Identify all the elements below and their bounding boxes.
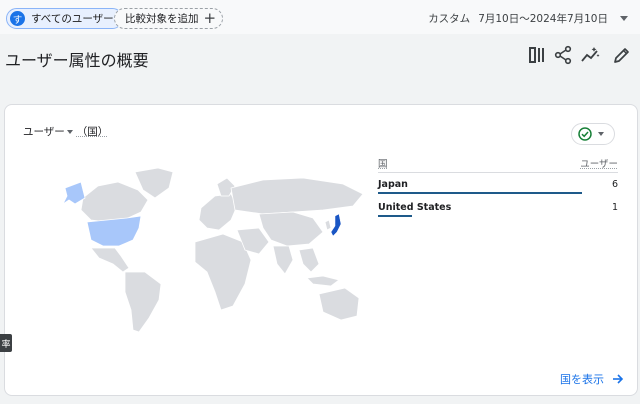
- japan-shape: [330, 213, 342, 237]
- check-circle-icon: [578, 127, 592, 141]
- column-header-users: ユーザー: [580, 159, 618, 170]
- country-name: Japan: [378, 179, 408, 190]
- caret-down-icon[interactable]: [66, 129, 73, 134]
- share-bar: [378, 192, 582, 194]
- india-shape: [272, 245, 294, 275]
- filter-bar: す すべてのユーザー 比較対象を追加 + カスタム 7月10日～2024年7月1…: [0, 0, 640, 34]
- add-comparison-button[interactable]: 比較対象を追加 +: [114, 8, 224, 29]
- user-count: 6: [611, 179, 618, 190]
- korea-shape: [324, 219, 332, 231]
- date-range-label: 7月10日～2024年7月10日: [478, 13, 608, 25]
- table-row: United States 1: [378, 196, 618, 219]
- table-row: Japan 6: [378, 173, 618, 196]
- dimension-label: （国）: [76, 126, 109, 138]
- segment-chip-all-users[interactable]: す すべてのユーザー: [6, 8, 123, 29]
- date-preset-label: カスタム: [428, 13, 471, 25]
- view-countries-label: 国を表示: [560, 373, 604, 386]
- south-america-shape: [124, 271, 162, 333]
- insights-icon[interactable]: [580, 45, 600, 65]
- table-header: 国 ユーザー: [378, 156, 618, 173]
- country-users-table: 国 ユーザー Japan 6 United States 1: [378, 156, 618, 219]
- share-bar: [378, 215, 413, 217]
- view-countries-link[interactable]: 国を表示: [560, 371, 624, 387]
- add-comparison-label: 比較対象を追加: [125, 13, 199, 25]
- page-header: ユーザー属性の概要: [0, 34, 640, 104]
- metric-selector[interactable]: ユーザー: [23, 124, 65, 139]
- australia-shape: [318, 287, 360, 321]
- mexico-shape: [90, 247, 130, 273]
- card-title: ユーザー （国）: [23, 124, 108, 139]
- southeast-asia-shape: [298, 247, 320, 273]
- page-title: ユーザー属性の概要: [5, 51, 149, 70]
- canada-shape: [80, 181, 149, 223]
- indonesia-shape: [306, 275, 340, 287]
- alaska-shape: [61, 181, 86, 206]
- users-by-country-card: ユーザー （国） 国 ユーザー Japan 6 United States 1 …: [4, 104, 638, 396]
- arrow-right-icon: [613, 374, 624, 384]
- russia-shape: [230, 177, 364, 215]
- world-map[interactable]: [23, 160, 373, 338]
- date-range-picker[interactable]: カスタム 7月10日～2024年7月10日: [428, 11, 628, 26]
- plus-icon: +: [203, 9, 217, 27]
- europe-shape: [198, 193, 238, 231]
- edit-pencil-icon[interactable]: [612, 45, 632, 65]
- chevron-down-icon: [598, 132, 604, 136]
- column-header-country: 国: [378, 159, 388, 170]
- africa-shape: [194, 233, 252, 311]
- country-name: United States: [378, 202, 452, 213]
- chevron-down-icon: [620, 16, 628, 21]
- user-count: 1: [611, 202, 618, 213]
- segment-label: すべてのユーザー: [31, 13, 114, 25]
- compare-columns-icon[interactable]: [527, 45, 547, 65]
- share-icon[interactable]: [553, 45, 573, 65]
- side-tab[interactable]: 率: [0, 334, 12, 352]
- data-quality-status-button[interactable]: [571, 123, 615, 145]
- segment-avatar: す: [10, 11, 25, 26]
